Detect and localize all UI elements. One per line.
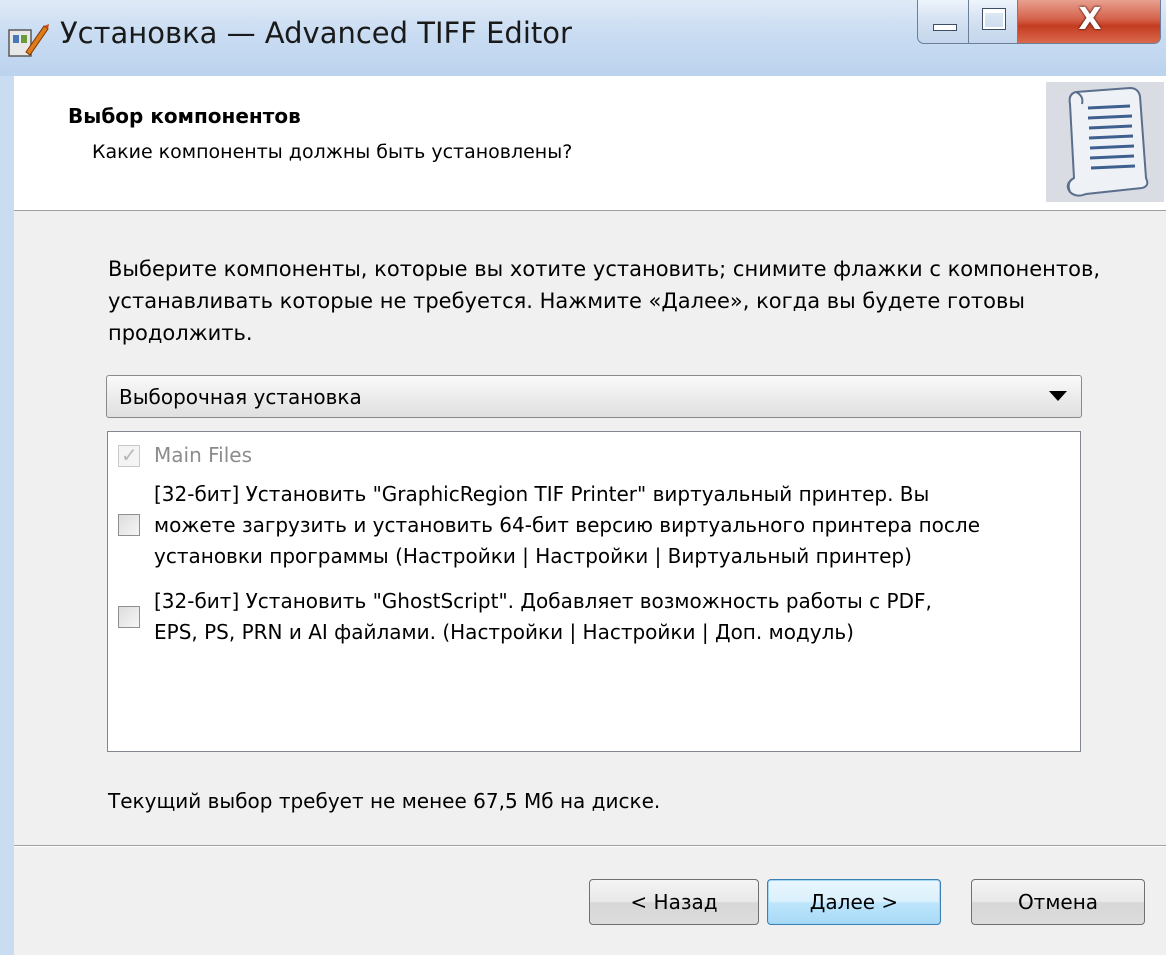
component-item-tif-printer[interactable]: [32-бит] Установить "GraphicRegion TIF P… — [108, 479, 1080, 574]
component-label-line: можете загрузить и установить 64-бит вер… — [154, 513, 980, 537]
component-label-line: [32-бит] Установить "GhostScript". Добав… — [154, 589, 932, 613]
checkmark-icon: ✓ — [121, 443, 138, 467]
title-bar[interactable]: Установка — Advanced TIFF Editor X — [0, 0, 1166, 76]
component-label-line: EPS, PS, PRN и AI файлами. (Настройки | … — [154, 620, 854, 644]
component-item-main-files[interactable]: ✓ Main Files — [108, 440, 1080, 474]
component-checkbox[interactable] — [118, 514, 140, 536]
minimize-button[interactable] — [917, 0, 969, 44]
components-list[interactable]: ✓ Main Files [32-бит] Установить "Graphi… — [107, 431, 1081, 752]
component-label-line: установки программы (Настройки | Настрой… — [154, 544, 912, 568]
footer-divider — [14, 845, 1166, 847]
close-icon: X — [1078, 2, 1102, 37]
page-subtitle: Какие компоненты должны быть установлены… — [92, 141, 573, 163]
maximize-button[interactable] — [968, 0, 1018, 44]
component-checkbox[interactable]: ✓ — [118, 443, 140, 467]
installer-app-icon — [8, 24, 49, 57]
page-title: Выбор компонентов — [68, 104, 301, 128]
cancel-button[interactable]: Отмена — [971, 879, 1145, 925]
triangle-down-icon — [1049, 391, 1067, 401]
component-label-line: [32-бит] Установить "GraphicRegion TIF P… — [154, 482, 930, 506]
wizard-header: Выбор компонентов Какие компоненты должн… — [14, 76, 1166, 211]
maximize-icon — [982, 8, 1006, 30]
back-button[interactable]: < Назад — [589, 879, 759, 925]
window-title: Установка — Advanced TIFF Editor — [60, 16, 572, 50]
scroll-document-icon — [1046, 82, 1164, 202]
component-label: Main Files — [154, 443, 252, 467]
component-checkbox[interactable] — [118, 606, 140, 628]
disk-space-note: Текущий выбор требует не менее 67,5 Мб н… — [108, 789, 661, 813]
install-type-value: Выборочная установка — [119, 385, 362, 409]
installer-window: Установка — Advanced TIFF Editor X Выбор… — [0, 0, 1166, 955]
next-button[interactable]: Далее > — [767, 879, 941, 925]
install-type-dropdown[interactable]: Выборочная установка — [106, 375, 1082, 418]
component-item-ghostscript[interactable]: [32-бит] Установить "GhostScript". Добав… — [108, 586, 1080, 650]
minimize-icon — [933, 24, 957, 31]
window-frame-left — [0, 76, 14, 955]
instruction-text: Выберите компоненты, которые вы хотите у… — [108, 257, 1101, 345]
close-button[interactable]: X — [1017, 0, 1161, 44]
